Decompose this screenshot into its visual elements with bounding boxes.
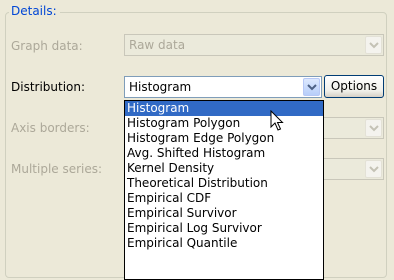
chevron-down-icon [368, 124, 379, 131]
distribution-combobox[interactable]: Histogram [124, 76, 322, 98]
distribution-label: Distribution: [11, 80, 86, 94]
dropdown-item-avg-shifted-histogram[interactable]: Avg. Shifted Histogram [125, 146, 323, 161]
dropdown-item-theoretical-distribution[interactable]: Theoretical Distribution [125, 176, 323, 191]
chevron-down-icon [368, 165, 379, 172]
graph-data-combobox[interactable]: Raw data [124, 34, 384, 56]
graph-data-value: Raw data [129, 38, 186, 52]
dropdown-item-histogram[interactable]: Histogram [125, 101, 323, 116]
axis-borders-dropdown-button[interactable] [365, 119, 382, 137]
multiple-series-label: Multiple series: [11, 162, 103, 176]
axis-borders-label: Axis borders: [11, 121, 90, 135]
details-title: Details: [9, 4, 60, 18]
chevron-down-icon [306, 83, 317, 90]
options-button[interactable]: Options [324, 75, 384, 98]
distribution-dropdown-list: Histogram Histogram Polygon Histogram Ed… [124, 100, 324, 280]
graph-data-dropdown-button[interactable] [365, 36, 382, 54]
dropdown-item-empirical-survivor[interactable]: Empirical Survivor [125, 206, 323, 221]
distribution-dropdown-button[interactable] [303, 78, 320, 96]
distribution-value: Histogram [129, 80, 192, 94]
multiple-series-dropdown-button[interactable] [365, 160, 382, 178]
dropdown-item-kernel-density[interactable]: Kernel Density [125, 161, 323, 176]
dropdown-item-histogram-edge-polygon[interactable]: Histogram Edge Polygon [125, 131, 323, 146]
dropdown-item-empirical-quantile[interactable]: Empirical Quantile [125, 236, 323, 251]
graph-data-label: Graph data: [11, 39, 83, 53]
mouse-pointer-icon [270, 110, 284, 131]
dropdown-item-histogram-polygon[interactable]: Histogram Polygon [125, 116, 323, 131]
dropdown-item-empirical-cdf[interactable]: Empirical CDF [125, 191, 323, 206]
dropdown-item-empirical-log-survivor[interactable]: Empirical Log Survivor [125, 221, 323, 236]
chevron-down-icon [368, 41, 379, 48]
